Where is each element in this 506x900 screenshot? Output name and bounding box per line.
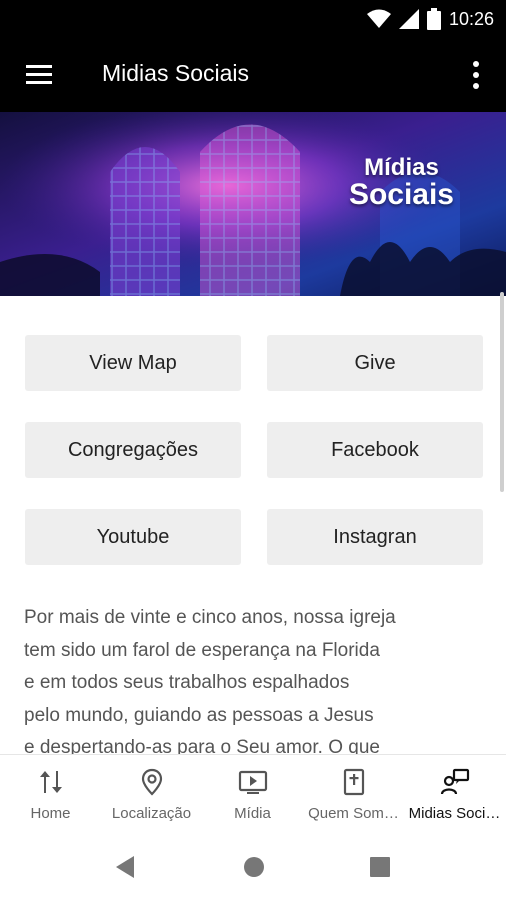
bible-icon — [343, 768, 364, 796]
status-icons: 10:26 — [366, 8, 494, 30]
facebook-button[interactable]: Facebook — [267, 422, 483, 478]
main-content[interactable]: Mídias Sociais View Map Give Congregaçõe… — [0, 112, 506, 754]
status-time: 10:26 — [448, 8, 494, 29]
nav-item-localizacao[interactable]: Localização — [101, 755, 202, 831]
description-line: Por mais de vinte e cinco anos, nossa ig… — [24, 607, 396, 628]
instagram-button[interactable]: Instagran — [267, 509, 483, 565]
description-line: tem sido um farol de esperança na Florid… — [24, 639, 380, 661]
nav-label-midias-sociais: Midias Soci… — [408, 805, 501, 822]
give-button[interactable]: Give — [267, 335, 483, 391]
system-navigation-bar — [0, 830, 506, 900]
description-line: e despertando-as para o Seu amor. O que — [24, 737, 380, 754]
social-media-icon — [440, 768, 469, 795]
banner-title-line2: Sociais — [348, 178, 454, 211]
banner-image: Mídias Sociais — [0, 112, 506, 296]
status-bar: 10:26 — [0, 0, 506, 38]
nav-item-quem-somos[interactable]: Quem Som… — [303, 755, 404, 831]
home-circle-icon[interactable] — [243, 856, 265, 878]
wifi-icon — [366, 9, 391, 28]
banner-title-line1: Mídias — [364, 154, 439, 181]
description-line: pelo mundo, guiando as pessoas a Jesus — [24, 704, 374, 726]
menu-icon[interactable] — [24, 62, 54, 88]
banner-title: Mídias Sociais — [349, 156, 454, 210]
nav-item-home[interactable]: Home — [0, 755, 101, 831]
back-icon[interactable] — [114, 855, 136, 879]
view-map-button[interactable]: View Map — [25, 335, 241, 391]
video-play-icon — [238, 770, 267, 794]
nav-label-home: Home — [30, 805, 71, 822]
scrollbar[interactable] — [500, 292, 504, 492]
bottom-navigation: Home Localização Mídia Quem Som… Midias … — [0, 754, 506, 830]
youtube-button[interactable]: Youtube — [25, 509, 241, 565]
app-bar: Midias Sociais — [0, 38, 506, 112]
nav-label-quem-somos: Quem Som… — [308, 805, 399, 822]
description-line: e em todos seus trabalhos espalhados — [24, 672, 350, 693]
congregacoes-button[interactable]: Congregações — [25, 422, 241, 478]
location-pin-icon — [141, 768, 162, 796]
sort-arrows-icon — [39, 771, 62, 793]
more-vert-icon[interactable] — [466, 58, 486, 92]
nav-item-midia[interactable]: Mídia — [202, 755, 303, 831]
nav-label-localizacao: Localização — [111, 805, 192, 822]
battery-icon — [426, 8, 441, 30]
signal-icon — [398, 9, 419, 29]
page-title: Midias Sociais — [102, 60, 249, 86]
nav-label-midia: Mídia — [234, 805, 271, 822]
nav-item-midias-sociais[interactable]: Midias Soci… — [404, 755, 505, 831]
description-text: Por mais de vinte e cinco anos, nossa ig… — [24, 602, 474, 754]
recents-square-icon[interactable] — [370, 857, 390, 877]
